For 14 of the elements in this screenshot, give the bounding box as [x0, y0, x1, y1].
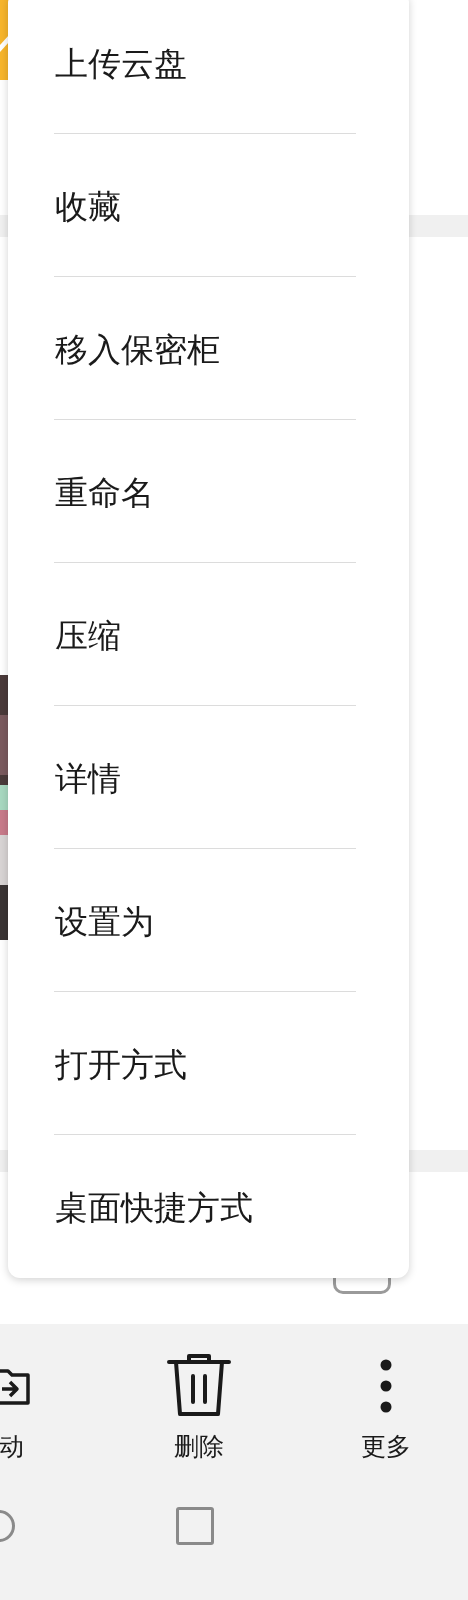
menu-item[interactable]: 详情: [55, 756, 121, 802]
recents-icon[interactable]: [176, 1507, 214, 1545]
menu-item[interactable]: 压缩: [55, 613, 121, 659]
toolbar-button[interactable]: 删除: [105, 1352, 292, 1474]
menu-item[interactable]: 桌面快捷方式: [55, 1185, 253, 1231]
trash-icon: [165, 1352, 232, 1418]
toolbar-button[interactable]: 动: [0, 1352, 105, 1474]
toolbar-button[interactable]: 更多: [292, 1352, 468, 1474]
menu-item[interactable]: 打开方式: [55, 1042, 187, 1088]
menu-item[interactable]: 收藏: [55, 184, 121, 230]
menu-item[interactable]: 重命名: [55, 470, 154, 516]
menu-item[interactable]: 设置为: [55, 899, 154, 945]
menu-item[interactable]: 上传云盘: [55, 41, 187, 87]
menu-item[interactable]: 移入保密柜: [55, 327, 220, 373]
